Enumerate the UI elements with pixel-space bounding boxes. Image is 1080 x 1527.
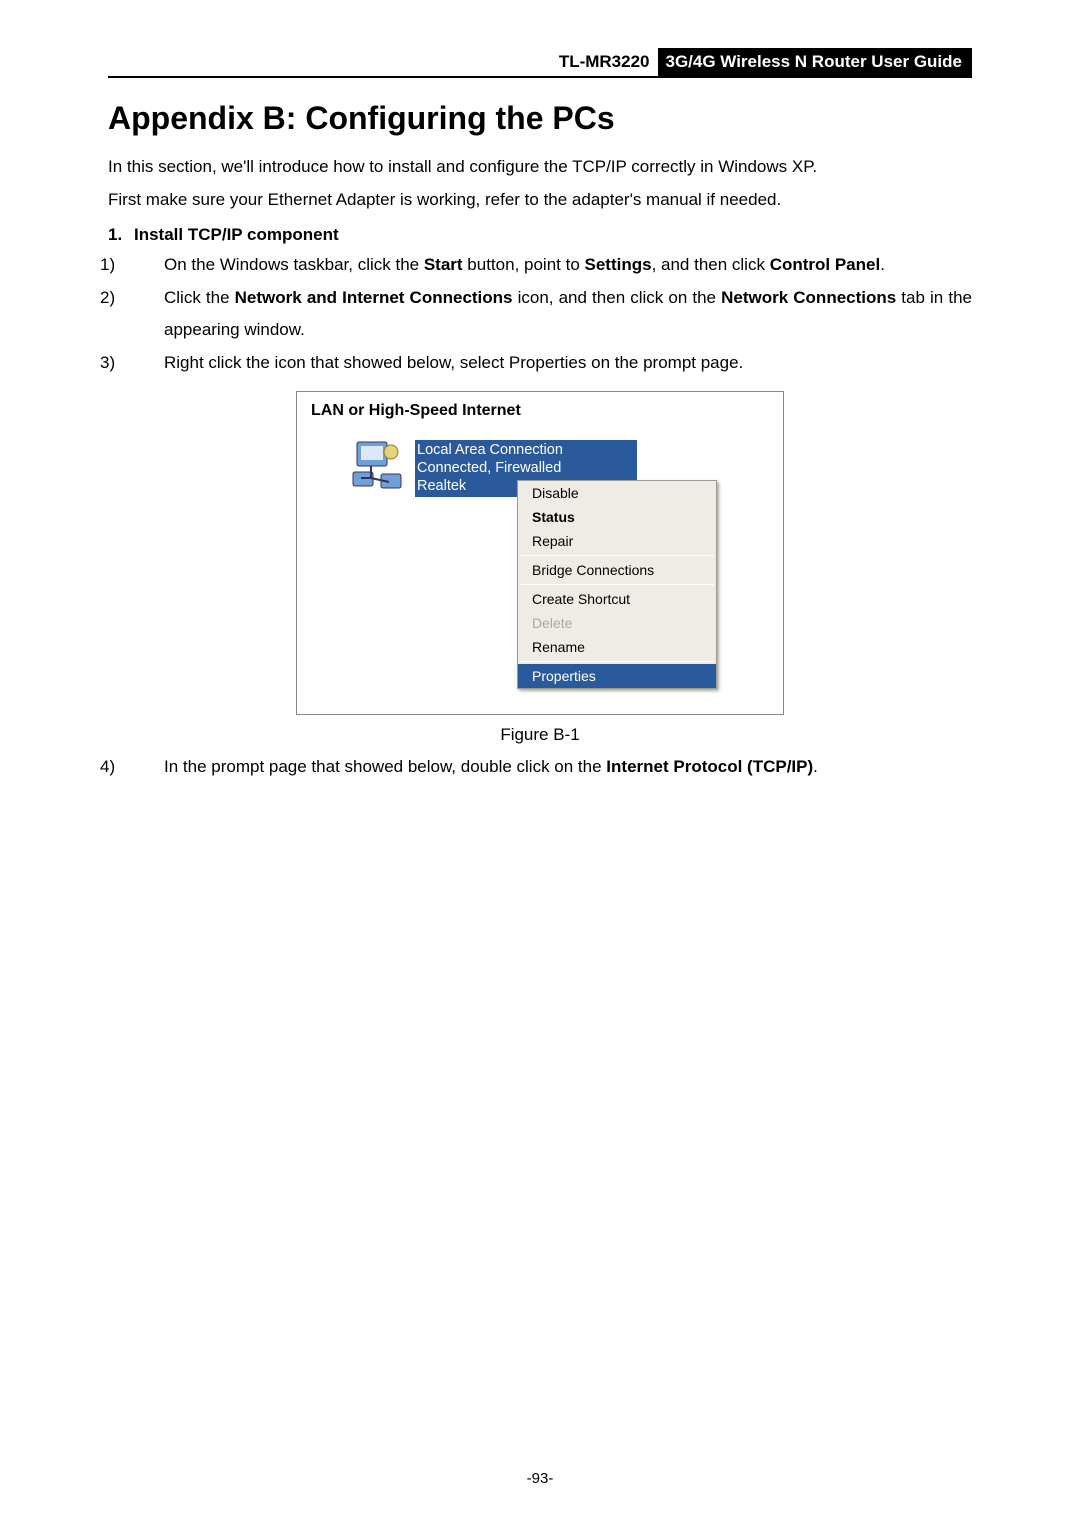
guide-title: 3G/4G Wireless N Router User Guide (658, 48, 973, 76)
step-3: 3) Right click the icon that showed below… (108, 347, 972, 378)
section-number: 1. (108, 225, 126, 245)
step-text: In the prompt page that showed below, do… (164, 757, 818, 776)
model-label: TL-MR3220 (553, 48, 658, 76)
menu-rename[interactable]: Rename (518, 635, 716, 659)
page-header: TL-MR3220 3G/4G Wireless N Router User G… (108, 48, 972, 78)
step-text: On the Windows taskbar, click the Start … (164, 255, 885, 274)
step-number: 3) (132, 347, 158, 378)
page-number: -93- (0, 1470, 1080, 1487)
menu-bridge[interactable]: Bridge Connections (518, 558, 716, 582)
menu-separator (520, 555, 714, 556)
step-number: 1) (132, 249, 158, 280)
network-adapter-icon (351, 438, 409, 496)
connection-state: Connected, Firewalled (417, 459, 633, 477)
menu-separator (520, 584, 714, 585)
step-number: 2) (132, 282, 158, 313)
menu-delete: Delete (518, 611, 716, 635)
step-text: Click the Network and Internet Connectio… (164, 288, 972, 338)
step-4: 4) In the prompt page that showed below, … (108, 751, 972, 782)
section-heading: 1. Install TCP/IP component (108, 225, 972, 245)
appendix-title: Appendix B: Configuring the PCs (108, 100, 972, 137)
step-2: 2)Click the Network and Internet Connect… (108, 282, 972, 345)
step-1: 1) On the Windows taskbar, click the Star… (108, 249, 972, 280)
step-text: Right click the icon that showed below, … (164, 353, 743, 372)
figure-caption: Figure B-1 (108, 725, 972, 745)
menu-separator (520, 661, 714, 662)
menu-status[interactable]: Status (518, 505, 716, 529)
menu-repair[interactable]: Repair (518, 529, 716, 553)
step-number: 4) (132, 751, 158, 782)
context-menu: Disable Status Repair Bridge Connections… (517, 480, 717, 689)
connection-name: Local Area Connection (417, 441, 633, 459)
adapter-name: Realtek (417, 477, 469, 495)
intro-paragraph-2: First make sure your Ethernet Adapter is… (108, 186, 972, 215)
figure-b1: LAN or High-Speed Internet Local Area Co… (296, 391, 784, 715)
menu-disable[interactable]: Disable (518, 481, 716, 505)
menu-create-shortcut[interactable]: Create Shortcut (518, 587, 716, 611)
menu-properties[interactable]: Properties (518, 664, 716, 688)
group-header: LAN or High-Speed Internet (297, 402, 783, 430)
section-title: Install TCP/IP component (134, 225, 339, 244)
intro-paragraph-1: In this section, we'll introduce how to … (108, 153, 972, 182)
